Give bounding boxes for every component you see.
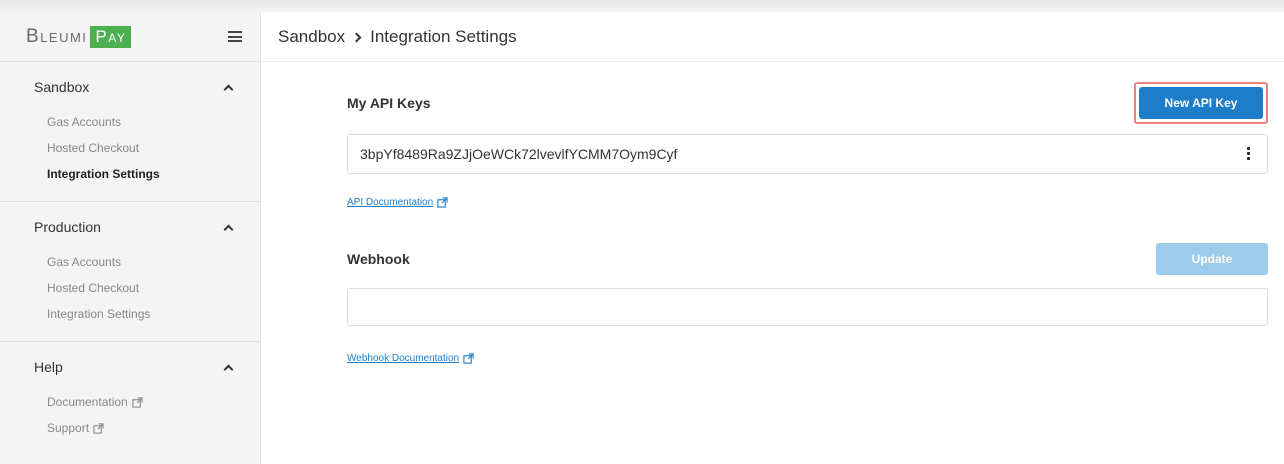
sidebar-section-help: Help Documentation Support	[0, 342, 260, 455]
sidebar-item-label: Integration Settings	[47, 167, 160, 181]
new-api-key-button[interactable]: New API Key	[1139, 87, 1263, 119]
api-documentation-link-label: API Documentation	[347, 197, 434, 208]
external-link-icon	[132, 396, 143, 408]
more-options-icon[interactable]	[1247, 147, 1251, 161]
sidebar-section-toggle-production[interactable]: Production	[0, 218, 260, 236]
webhook-header: Webhook Update	[347, 243, 1268, 275]
sidebar-item-sandbox-integration-settings[interactable]: Integration Settings	[0, 161, 260, 187]
hamburger-icon[interactable]	[228, 31, 242, 42]
api-key-row: 3bpYf8489Ra9ZJjOeWCk72lvevlfYCMM7Oym9Cyf	[347, 134, 1268, 174]
sidebar-item-sandbox-gas-accounts[interactable]: Gas Accounts	[0, 109, 260, 135]
breadcrumb-item-current: Integration Settings	[370, 26, 517, 46]
app: Bleumi Pay Sandbox Gas Accounts Hosted C…	[0, 12, 1284, 464]
main-content: Sandbox Integration Settings My API Keys…	[261, 12, 1284, 464]
chevron-right-icon	[351, 32, 362, 43]
sidebar-item-production-hosted-checkout[interactable]: Hosted Checkout	[0, 275, 260, 301]
logo: Bleumi Pay	[26, 25, 132, 48]
settings-panel: My API Keys New API Key 3bpYf8489Ra9ZJjO…	[347, 62, 1268, 366]
new-api-key-highlight: New API Key	[1134, 82, 1268, 124]
sidebar-item-label: Gas Accounts	[47, 255, 122, 269]
sidebar-item-label: Integration Settings	[47, 307, 151, 321]
sidebar-item-label: Hosted Checkout	[47, 141, 140, 155]
webhook-documentation-link[interactable]: Webhook Documentation	[347, 353, 474, 364]
sidebar-item-production-gas-accounts[interactable]: Gas Accounts	[0, 249, 260, 275]
api-keys-header: My API Keys New API Key	[347, 82, 1268, 124]
api-keys-title: My API Keys	[347, 95, 431, 111]
sidebar-item-label: Gas Accounts	[47, 115, 122, 129]
sidebar-section-toggle-sandbox[interactable]: Sandbox	[0, 78, 260, 96]
logo-pay-badge: Pay	[90, 25, 132, 48]
update-button[interactable]: Update	[1156, 243, 1268, 275]
sidebar-item-label: Support	[47, 421, 90, 435]
chevron-up-icon	[223, 224, 234, 234]
sidebar-section-sandbox: Sandbox Gas Accounts Hosted Checkout Int…	[0, 62, 260, 202]
sidebar-section-title: Production	[34, 219, 101, 235]
chevron-up-icon	[223, 364, 234, 374]
sidebar-section-toggle-help[interactable]: Help	[0, 358, 260, 376]
webhook-url-input[interactable]	[347, 288, 1268, 326]
sidebar-item-documentation[interactable]: Documentation	[0, 389, 260, 415]
sidebar-item-sandbox-hosted-checkout[interactable]: Hosted Checkout	[0, 135, 260, 161]
breadcrumb: Sandbox Integration Settings	[261, 12, 1284, 62]
sidebar-item-production-integration-settings[interactable]: Integration Settings	[0, 301, 260, 327]
sidebar-section-title: Sandbox	[34, 79, 90, 95]
api-documentation-link[interactable]: API Documentation	[347, 197, 448, 208]
external-link-icon	[93, 422, 104, 434]
sidebar-item-label: Hosted Checkout	[47, 281, 140, 295]
logo-text: Bleumi	[26, 25, 88, 47]
breadcrumb-item-sandbox[interactable]: Sandbox	[278, 27, 345, 47]
brand-row: Bleumi Pay	[0, 12, 260, 62]
external-link-icon	[463, 353, 474, 364]
webhook-title: Webhook	[347, 251, 410, 267]
sidebar-item-support[interactable]: Support	[0, 415, 260, 441]
api-key-value: 3bpYf8489Ra9ZJjOeWCk72lvevlfYCMM7Oym9Cyf	[360, 146, 678, 162]
top-strip	[0, 0, 1284, 12]
webhook-documentation-link-label: Webhook Documentation	[347, 353, 460, 364]
sidebar-section-title: Help	[34, 359, 63, 375]
chevron-up-icon	[223, 84, 234, 94]
sidebar: Bleumi Pay Sandbox Gas Accounts Hosted C…	[0, 12, 261, 464]
sidebar-section-production: Production Gas Accounts Hosted Checkout …	[0, 202, 260, 342]
external-link-icon	[437, 197, 448, 208]
sidebar-item-label: Documentation	[47, 395, 128, 409]
